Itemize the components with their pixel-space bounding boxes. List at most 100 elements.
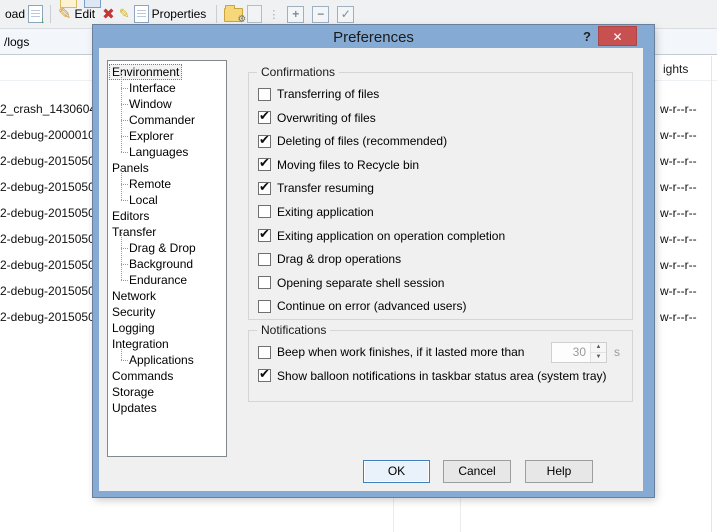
file-row-name[interactable]: 2-debug-2000010 [0, 122, 93, 148]
tree-item-drag-drop[interactable]: Drag & Drop [108, 240, 226, 256]
checkbox-transferring-of-files[interactable]: Transferring of files [258, 86, 620, 102]
file-row-rights[interactable]: w-r--r-- [660, 96, 712, 122]
checkbox-box[interactable] [258, 346, 271, 359]
checkbox-beep-when-work-finishes[interactable]: Beep when work finishes, if it lasted mo… [258, 344, 620, 360]
checkbox-label: Beep when work finishes, if it lasted mo… [277, 345, 524, 359]
toolbar-expand-button[interactable]: + [285, 6, 306, 23]
cancel-button[interactable]: Cancel [443, 460, 511, 483]
tree-item-updates[interactable]: Updates [108, 400, 226, 416]
tree-item-endurance[interactable]: Endurance [108, 272, 226, 288]
checkbox-box[interactable]: ✔ [258, 111, 271, 124]
tree-connector-icon [115, 352, 129, 368]
checkbox-label: Transferring of files [277, 87, 379, 101]
tree-item-label: Local [129, 193, 158, 207]
checkbox-transfer-resuming[interactable]: ✔Transfer resuming [258, 180, 620, 196]
file-row-rights[interactable]: w-r--r-- [660, 122, 712, 148]
checkbox-box[interactable] [258, 276, 271, 289]
tree-item-network[interactable]: Network [108, 288, 226, 304]
tree-item-label: Network [112, 289, 156, 303]
checkbox-box[interactable]: ✔ [258, 182, 271, 195]
tree-item-local[interactable]: Local [108, 192, 226, 208]
checkbox-box[interactable]: ✔ [258, 135, 271, 148]
help-button[interactable]: Help [525, 460, 593, 483]
checkbox-box[interactable]: ✔ [258, 369, 271, 382]
file-row-name[interactable]: 2-debug-2015050 [0, 200, 93, 226]
column-header-rights[interactable]: ights [663, 62, 688, 76]
beep-duration-spinner[interactable]: 30 ▲ ▼ [551, 342, 607, 363]
toolbar-folder-options-button[interactable]: ⚙ [224, 6, 243, 22]
checkbox-label: Opening separate shell session [277, 276, 444, 290]
file-row-name[interactable]: 2_crash_14306044 [0, 96, 93, 122]
check-mark-icon: ✔ [259, 226, 270, 242]
tree-item-commands[interactable]: Commands [108, 368, 226, 384]
tree-item-window[interactable]: Window [108, 96, 226, 112]
tree-item-explorer[interactable]: Explorer [108, 128, 226, 144]
file-row-name[interactable]: 2-debug-2015050 [0, 174, 93, 200]
checkbox-exiting-application[interactable]: Exiting application [258, 204, 620, 220]
dialog-titlebar[interactable]: Preferences ? ✕ [93, 25, 654, 48]
spinner-up-icon[interactable]: ▲ [591, 343, 606, 353]
toolbar-delete-button[interactable]: ✖ [102, 5, 115, 23]
tree-item-label: Background [129, 257, 193, 271]
checkbox-box[interactable] [258, 88, 271, 101]
file-name-column: 2_crash_143060442-debug-20000102-debug-2… [0, 96, 93, 330]
column-separator [393, 496, 394, 532]
tree-item-languages[interactable]: Languages [108, 144, 226, 160]
tree-item-panels[interactable]: Panels [108, 160, 226, 176]
tree-item-applications[interactable]: Applications [108, 352, 226, 368]
checkbox-show-balloon-notifications[interactable]: ✔ Show balloon notifications in taskbar … [258, 368, 620, 384]
file-row-rights[interactable]: w-r--r-- [660, 200, 712, 226]
toolbar-copy-button[interactable] [247, 5, 262, 23]
tree-item-editors[interactable]: Editors [108, 208, 226, 224]
toolbar-separator [216, 5, 217, 23]
checkbox-opening-separate-shell-session[interactable]: Opening separate shell session [258, 275, 620, 291]
checkbox-drag-drop-operations[interactable]: Drag & drop operations [258, 251, 620, 267]
file-row-name[interactable]: 2-debug-2015050 [0, 148, 93, 174]
checkbox-deleting-of-files-recommended[interactable]: ✔Deleting of files (recommended) [258, 133, 620, 149]
tree-item-storage[interactable]: Storage [108, 384, 226, 400]
properties-button-label: Properties [152, 7, 207, 21]
tree-item-commander[interactable]: Commander [108, 112, 226, 128]
file-row-rights[interactable]: w-r--r-- [660, 278, 712, 304]
file-row-name[interactable]: 2-debug-2015050 [0, 304, 93, 330]
toolbar-properties-button[interactable]: Properties [134, 5, 210, 23]
checkbox-box[interactable] [258, 300, 271, 313]
file-row-rights[interactable]: w-r--r-- [660, 252, 712, 278]
checkbox-continue-on-error-advanced-users[interactable]: Continue on error (advanced users) [258, 298, 620, 314]
tree-item-background[interactable]: Background [108, 256, 226, 272]
tree-item-remote[interactable]: Remote [108, 176, 226, 192]
tree-connector-icon [115, 272, 129, 288]
tree-item-label: Explorer [129, 129, 174, 143]
toolbar-rename-button[interactable]: ✎ [119, 6, 130, 22]
ok-button[interactable]: OK [363, 460, 430, 483]
checkbox-box[interactable] [258, 253, 271, 266]
close-button[interactable]: ✕ [598, 26, 637, 46]
file-row-name[interactable]: 2-debug-2015050 [0, 226, 93, 252]
tree-item-interface[interactable]: Interface [108, 80, 226, 96]
tree-item-security[interactable]: Security [108, 304, 226, 320]
tree-item-logging[interactable]: Logging [108, 320, 226, 336]
file-row-rights[interactable]: w-r--r-- [660, 226, 712, 252]
checkbox-box[interactable]: ✔ [258, 229, 271, 242]
file-row-rights[interactable]: w-r--r-- [660, 174, 712, 200]
help-titlebar-button[interactable]: ? [577, 27, 597, 46]
spinner-down-icon[interactable]: ▼ [591, 353, 606, 362]
tree-item-environment[interactable]: Environment [108, 64, 226, 80]
check-mark-icon: ✔ [259, 366, 270, 382]
checkbox-box[interactable] [258, 205, 271, 218]
toolbar-download-button[interactable]: oad ↓ [2, 5, 43, 23]
file-row-rights[interactable]: w-r--r-- [660, 148, 712, 174]
toolbar-collapse-button[interactable]: − [310, 6, 331, 23]
file-row-name[interactable]: 2-debug-2015050 [0, 252, 93, 278]
check-mark-icon: ✔ [259, 155, 270, 171]
tree-item-integration[interactable]: Integration [108, 336, 226, 352]
checkbox-exiting-application-on-operation-completion[interactable]: ✔Exiting application on operation comple… [258, 228, 620, 244]
checkbox-label: Drag & drop operations [277, 252, 401, 266]
toolbar-select-button[interactable]: ✓ [335, 6, 356, 23]
checkbox-box[interactable]: ✔ [258, 158, 271, 171]
file-row-name[interactable]: 2-debug-2015050 [0, 278, 93, 304]
tree-item-transfer[interactable]: Transfer [108, 224, 226, 240]
checkbox-moving-files-to-recycle-bin[interactable]: ✔Moving files to Recycle bin [258, 157, 620, 173]
file-row-rights[interactable]: w-r--r-- [660, 304, 712, 330]
checkbox-overwriting-of-files[interactable]: ✔Overwriting of files [258, 110, 620, 126]
